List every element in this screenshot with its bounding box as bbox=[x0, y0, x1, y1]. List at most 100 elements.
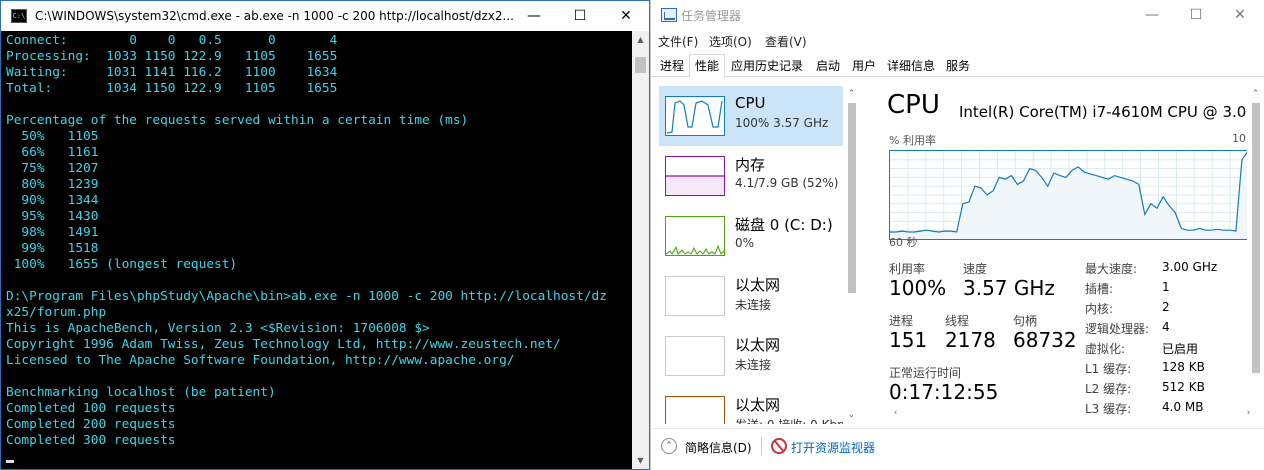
prop-label-sockets: 插槽: bbox=[1085, 282, 1114, 296]
console-line: 90% 1344 bbox=[6, 193, 99, 208]
console-line: Completed 100 requests bbox=[6, 401, 176, 416]
chevron-up-icon[interactable]: ⌃ bbox=[1247, 86, 1264, 103]
tab-services[interactable]: 服务 bbox=[941, 55, 975, 77]
tab-processes[interactable]: 进程 bbox=[655, 55, 689, 77]
sidebar-item-disk[interactable]: 磁盘 0 (C: D:) 0% bbox=[659, 206, 843, 266]
menu-view[interactable]: 查看(V) bbox=[765, 33, 807, 50]
menu-options[interactable]: 选项(O) bbox=[709, 33, 752, 50]
footer-divider bbox=[761, 437, 762, 455]
tm-title-bar[interactable]: 任务管理器 — ☐ ✕ bbox=[651, 0, 1264, 30]
scroll-up-arrow-icon[interactable]: ▲ bbox=[632, 31, 649, 48]
console-line: Completed 200 requests bbox=[6, 417, 176, 432]
memory-mini-graph-svg bbox=[666, 175, 724, 195]
console-output[interactable]: Connect: 0 0 0.5 0 4 Processing: 1033 115… bbox=[6, 33, 631, 465]
prop-value-cores: 2 bbox=[1162, 300, 1170, 314]
sidebar-name: 以太网 bbox=[735, 396, 781, 414]
sidebar-item-ethernet-1[interactable]: 以太网 未连接 bbox=[659, 266, 843, 326]
footer-bar: ⌃ 简略信息(D) 打开资源监视器 bbox=[651, 428, 1264, 462]
prop-value-sockets: 1 bbox=[1162, 280, 1170, 294]
chevron-up-circle-icon[interactable]: ⌃ bbox=[661, 438, 677, 454]
prop-value-virtualization: 已启用 bbox=[1162, 342, 1199, 356]
tab-performance[interactable]: 性能 bbox=[689, 54, 725, 78]
detail-horizontal-scrollbar[interactable]: ‹ › bbox=[887, 405, 1257, 422]
minimize-button[interactable]: — bbox=[511, 1, 557, 31]
cmd-app-icon: C:\ bbox=[11, 9, 27, 23]
tab-app-history[interactable]: 应用历史记录 bbox=[727, 55, 807, 77]
sidebar-item-cpu[interactable]: CPU 100% 3.57 GHz bbox=[659, 86, 843, 146]
menu-file[interactable]: 文件(F) bbox=[658, 33, 698, 50]
open-resource-monitor-link[interactable]: 打开资源监视器 bbox=[791, 439, 875, 456]
scroll-thumb[interactable] bbox=[1252, 103, 1260, 373]
text-cursor bbox=[6, 460, 14, 463]
maximize-button[interactable]: ☐ bbox=[557, 1, 603, 31]
chevron-left-icon[interactable]: ‹ bbox=[887, 405, 904, 422]
console-scrollbar[interactable]: ▲ ▼ bbox=[632, 31, 649, 469]
cpu-utilization-graph bbox=[889, 150, 1247, 240]
task-manager-icon bbox=[661, 8, 677, 22]
console-line: Benchmarking localhost (be patient) bbox=[6, 385, 276, 400]
detail-title: CPU bbox=[887, 90, 940, 120]
sidebar-item-ethernet-2[interactable]: 以太网 未连接 bbox=[659, 326, 843, 386]
tab-details[interactable]: 详细信息 bbox=[883, 55, 939, 77]
console-line: 50% 1105 bbox=[6, 129, 99, 144]
tab-bar: 进程 性能 应用历史记录 启动 用户 详细信息 服务 bbox=[651, 53, 1264, 78]
console-line bbox=[6, 449, 631, 465]
cmd-title-bar[interactable]: C:\ C:\WINDOWS\system32\cmd.exe - ab.exe… bbox=[1, 1, 649, 31]
sidebar-name: CPU bbox=[735, 94, 766, 112]
chevron-up-icon[interactable]: ⌃ bbox=[843, 86, 860, 103]
scroll-thumb[interactable] bbox=[848, 103, 856, 293]
cpu-mini-graph-svg bbox=[666, 100, 723, 134]
console-line: Licensed to The Apache Software Foundati… bbox=[6, 353, 515, 368]
sidebar-item-ethernet-3[interactable]: 以太网 发送: 0 接收: 0 Kbp bbox=[659, 386, 843, 424]
sidebar-sub: 4.1/7.9 GB (52%) bbox=[735, 176, 839, 190]
utilization-max-label: 10 bbox=[1232, 132, 1246, 145]
stat-label-utilization: 利用率 bbox=[889, 262, 926, 276]
console-line: Connect: 0 0 0.5 0 4 bbox=[6, 33, 338, 48]
sidebar-item-memory[interactable]: 内存 4.1/7.9 GB (52%) bbox=[659, 146, 843, 206]
prop-label-logical-processors: 逻辑处理器: bbox=[1085, 322, 1150, 336]
menu-bar: 文件(F) 选项(O) 查看(V) bbox=[651, 30, 1264, 52]
tm-close-button[interactable]: ✕ bbox=[1217, 0, 1263, 30]
prop-value-logical-processors: 4 bbox=[1162, 320, 1170, 334]
sidebar-sub: 0% bbox=[735, 236, 755, 250]
tm-maximize-button[interactable]: ☐ bbox=[1173, 0, 1219, 30]
console-line: 80% 1239 bbox=[6, 177, 99, 192]
cpu-mini-graph bbox=[665, 96, 725, 136]
sidebar-sub: 发送: 0 接收: 0 Kbp bbox=[735, 416, 843, 424]
sidebar-sub: 未连接 bbox=[735, 358, 772, 372]
tm-minimize-button[interactable]: — bbox=[1129, 0, 1175, 30]
scroll-thumb[interactable] bbox=[635, 57, 646, 73]
close-button[interactable]: ✕ bbox=[603, 1, 649, 31]
resource-list: CPU 100% 3.57 GHz 内存 4.1/7.9 GB (52%) 磁盘… bbox=[659, 86, 843, 424]
chevron-down-icon[interactable]: ⌄ bbox=[843, 407, 860, 424]
console-line: D:\Program Files\phpStudy\Apache\bin>ab.… bbox=[6, 289, 607, 304]
sidebar-sub: 100% 3.57 GHz bbox=[735, 116, 829, 130]
time-axis-label: 60 秒 bbox=[889, 236, 918, 249]
sidebar-sub: 未连接 bbox=[735, 298, 772, 312]
sidebar-name: 磁盘 0 (C: D:) bbox=[735, 216, 833, 234]
scroll-down-arrow-icon[interactable]: ▼ bbox=[632, 452, 649, 469]
console-line: Total: 1034 1150 122.9 1105 1655 bbox=[6, 81, 338, 96]
stat-value-uptime: 0:17:12:55 bbox=[889, 380, 999, 404]
memory-mini-graph bbox=[665, 156, 725, 196]
cmd-window: C:\ C:\WINDOWS\system32\cmd.exe - ab.exe… bbox=[0, 0, 650, 470]
console-line: x25/forum.php bbox=[6, 305, 107, 320]
fewer-details-button[interactable]: 简略信息(D) bbox=[685, 439, 752, 456]
resource-list-scrollbar[interactable]: ⌃ ⌄ bbox=[843, 86, 860, 424]
detail-vertical-scrollbar[interactable]: ⌃ bbox=[1247, 86, 1264, 406]
prop-value-l2-cache: 512 KB bbox=[1162, 380, 1205, 394]
console-line: Processing: 1033 1150 122.9 1105 1655 bbox=[6, 49, 338, 64]
tab-startup[interactable]: 启动 bbox=[811, 55, 845, 77]
resource-monitor-icon bbox=[771, 438, 787, 454]
chevron-right-icon[interactable]: › bbox=[1240, 405, 1257, 422]
disk-mini-graph bbox=[665, 216, 725, 256]
tab-users[interactable]: 用户 bbox=[847, 55, 881, 77]
console-line: Waiting: 1031 1141 116.2 1100 1634 bbox=[6, 65, 338, 80]
prop-value-l1-cache: 128 KB bbox=[1162, 360, 1205, 374]
ethernet-mini-graph bbox=[665, 336, 725, 376]
console-line: Percentage of the requests served within… bbox=[6, 113, 469, 128]
stat-value-threads: 2178 bbox=[945, 328, 996, 352]
stat-label-uptime: 正常运行时间 bbox=[889, 366, 962, 380]
console-line: 99% 1518 bbox=[6, 241, 99, 256]
